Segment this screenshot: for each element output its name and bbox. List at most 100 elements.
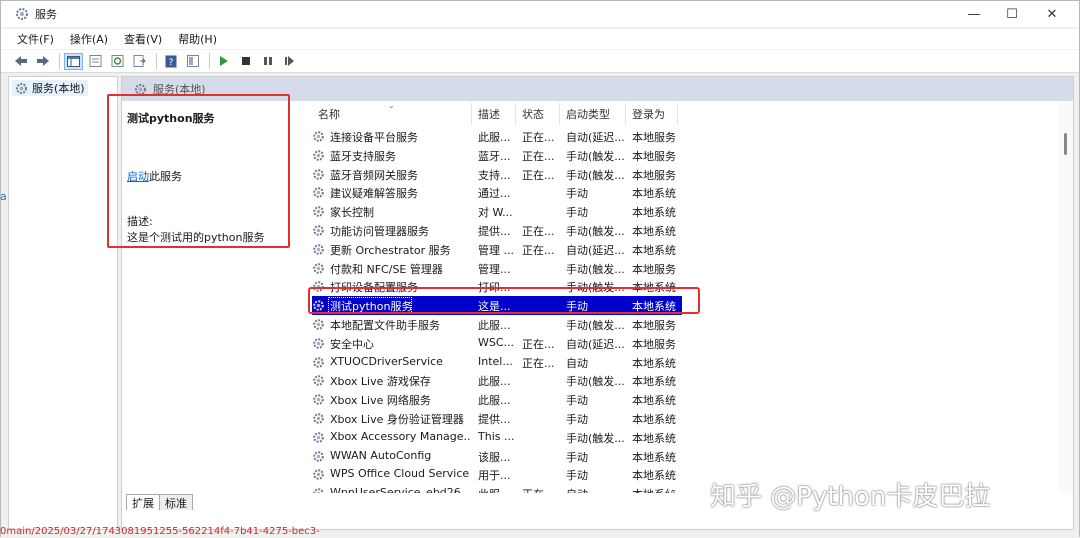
scrollbar-thumb[interactable] <box>1064 133 1067 155</box>
column-header-logon-as[interactable]: 登录为 <box>626 103 678 125</box>
title-bar: 服务 — ☐ ✕ <box>1 1 1079 27</box>
minimize-button[interactable]: — <box>955 1 993 27</box>
toolbar-divider <box>59 53 60 69</box>
row-cell-status: 正在... <box>522 243 555 257</box>
row-cell-logon: 本地服务 <box>632 319 676 332</box>
service-gear-icon <box>313 262 324 274</box>
menu-bar: 文件(F) 操作(A) 查看(V) 帮助(H) <box>1 29 1079 49</box>
row-cell-desc: 对 W... <box>478 206 513 220</box>
table-row[interactable]: Xbox Accessory Manage... This ... 手动(触发...… <box>312 428 682 447</box>
row-cell-name: Xbox Live 游戏保存 <box>330 375 431 389</box>
row-cell-desc: 用于... <box>478 469 511 483</box>
row-cell-name: 付款和 NFC/SE 管理器 <box>330 262 443 276</box>
maximize-button[interactable]: ☐ <box>993 1 1031 27</box>
row-cell-desc: 提供... <box>478 225 511 238</box>
column-header-name[interactable]: 名称 ⌄ <box>312 103 472 125</box>
row-cell-name: 蓝牙音频网关服务 <box>330 168 418 182</box>
row-cell-logon: 本地服务 <box>632 131 676 144</box>
column-header-status[interactable]: 状态 <box>516 103 560 125</box>
service-gear-icon <box>313 319 324 330</box>
row-cell-start: 手动 <box>566 394 588 408</box>
row-cell-logon: 本地服务 <box>632 168 676 182</box>
menu-file[interactable]: 文件(F) <box>17 31 54 47</box>
close-button[interactable]: ✕ <box>1033 1 1071 27</box>
menu-action[interactable]: 操作(A) <box>70 31 108 47</box>
row-cell-status: 正在... <box>522 225 555 238</box>
row-cell-start: 手动(触发... <box>566 431 625 445</box>
stop-service-icon[interactable] <box>236 53 255 70</box>
row-cell-logon: 本地服务 <box>632 337 676 351</box>
row-cell-start: 手动 <box>566 413 588 426</box>
service-gear-icon <box>313 206 324 217</box>
row-cell-desc: 此服... <box>478 319 511 332</box>
row-cell-desc: 蓝牙... <box>478 149 511 163</box>
row-cell-logon: 本地服务 <box>632 149 676 163</box>
table-row[interactable]: 本地配置文件助手服务 此服... 手动(触发... 本地服务 <box>312 315 682 334</box>
export-list-icon[interactable] <box>130 53 149 70</box>
service-gear-icon <box>313 469 324 481</box>
row-cell-name: XTUOCDriverService <box>330 354 443 368</box>
row-cell-desc: WSC... <box>478 335 515 349</box>
row-cell-start: 手动(触发... <box>566 375 625 389</box>
table-row[interactable]: 功能访问管理器服务 提供... 正在... 手动(触发... 本地系统 <box>312 221 682 240</box>
refresh-icon[interactable] <box>108 53 127 70</box>
row-cell-desc: 此服... <box>478 375 511 389</box>
service-gear-icon <box>313 337 324 349</box>
console-tree-pane: 服务(本地) <box>8 76 118 530</box>
tab-standard[interactable]: 标准 <box>159 494 193 510</box>
row-cell-start: 手动(触发... <box>566 225 625 238</box>
table-row[interactable]: 蓝牙支持服务 蓝牙... 正在... 手动(触发... 本地服务 <box>312 146 682 165</box>
column-header-startup-type[interactable]: 启动类型 <box>560 103 626 125</box>
table-row[interactable]: 更新 Orchestrator 服务 管理 ... 正在... 自动(延迟... 本地系… <box>312 240 682 259</box>
console-tree-icon[interactable] <box>64 52 83 70</box>
table-row[interactable]: 付款和 NFC/SE 管理器 管理... 手动(触发... 本地服务 <box>312 259 682 278</box>
toolbar-divider <box>156 53 157 69</box>
tree-item-services-local[interactable]: 服务(本地) <box>12 80 88 96</box>
row-cell-status: 正在... <box>522 168 555 182</box>
row-cell-name: Xbox Accessory Manage... <box>330 429 470 443</box>
services-gear-icon <box>15 7 29 21</box>
help-icon[interactable]: ? <box>161 53 180 70</box>
table-row[interactable]: 安全中心 WSC... 正在... 自动(延迟... 本地服务 <box>312 334 682 353</box>
watermark-text: 知乎 @Python卡皮巴拉 <box>710 482 991 512</box>
service-gear-icon <box>313 394 324 405</box>
back-arrow-icon[interactable] <box>11 53 30 70</box>
row-cell-status: 正在... <box>522 131 555 144</box>
service-gear-icon <box>313 187 324 199</box>
service-gear-icon <box>313 450 324 462</box>
table-row[interactable]: Xbox Live 网络服务 此服... 手动 本地系统 <box>312 390 682 409</box>
menu-help[interactable]: 帮助(H) <box>178 31 217 47</box>
row-cell-start: 自动(延迟... <box>566 131 625 144</box>
row-cell-desc: 支持... <box>478 168 511 182</box>
properties-list-icon[interactable] <box>86 53 105 70</box>
toolbar: ? <box>1 50 1079 73</box>
vertical-scrollbar[interactable] <box>1059 103 1073 493</box>
show-hide-icon[interactable] <box>183 53 202 70</box>
start-service-icon[interactable] <box>214 53 233 70</box>
row-cell-start: 手动 <box>566 187 588 201</box>
row-cell-logon: 本地系统 <box>632 187 676 201</box>
row-cell-logon: 本地系统 <box>632 450 676 464</box>
table-row[interactable]: WPS Office Cloud Service 用于... 手动 本地系统 <box>312 465 682 484</box>
table-row[interactable]: Xbox Live 游戏保存 此服... 手动(触发... 本地系统 <box>312 371 682 390</box>
table-row[interactable]: Xbox Live 身份验证管理器 提供... 手动 本地系统 <box>312 409 682 428</box>
menu-view[interactable]: 查看(V) <box>124 31 162 47</box>
table-row[interactable]: WWAN AutoConfig 该服... 手动 本地系统 <box>312 447 682 466</box>
table-row[interactable]: 蓝牙音频网关服务 支持... 正在... 手动(触发... 本地服务 <box>312 165 682 184</box>
forward-arrow-icon[interactable] <box>33 53 52 70</box>
tab-extended[interactable]: 扩展 <box>126 494 160 510</box>
table-row[interactable]: 家长控制 对 W... 手动 本地系统 <box>312 202 682 221</box>
service-gear-icon <box>313 149 324 161</box>
row-cell-status: 正在... <box>522 149 555 163</box>
column-header-description[interactable]: 描述 <box>472 103 516 125</box>
row-cell-desc: This ... <box>478 429 515 443</box>
restart-service-icon[interactable] <box>280 53 299 70</box>
table-row[interactable]: 建议疑难解答服务 通过... 手动 本地系统 <box>312 183 682 202</box>
tree-item-label: 服务(本地) <box>32 82 85 95</box>
row-cell-logon: 本地系统 <box>632 431 676 445</box>
pause-service-icon[interactable] <box>258 53 277 70</box>
table-row[interactable]: 连接设备平台服务 此服... 正在... 自动(延迟... 本地服务 <box>312 127 682 146</box>
sort-chevron-icon: ⌄ <box>388 103 395 110</box>
table-row[interactable]: XTUOCDriverService Intel... 正在... 自动 本地系统 <box>312 353 682 372</box>
row-cell-status: 正在... <box>522 337 555 351</box>
